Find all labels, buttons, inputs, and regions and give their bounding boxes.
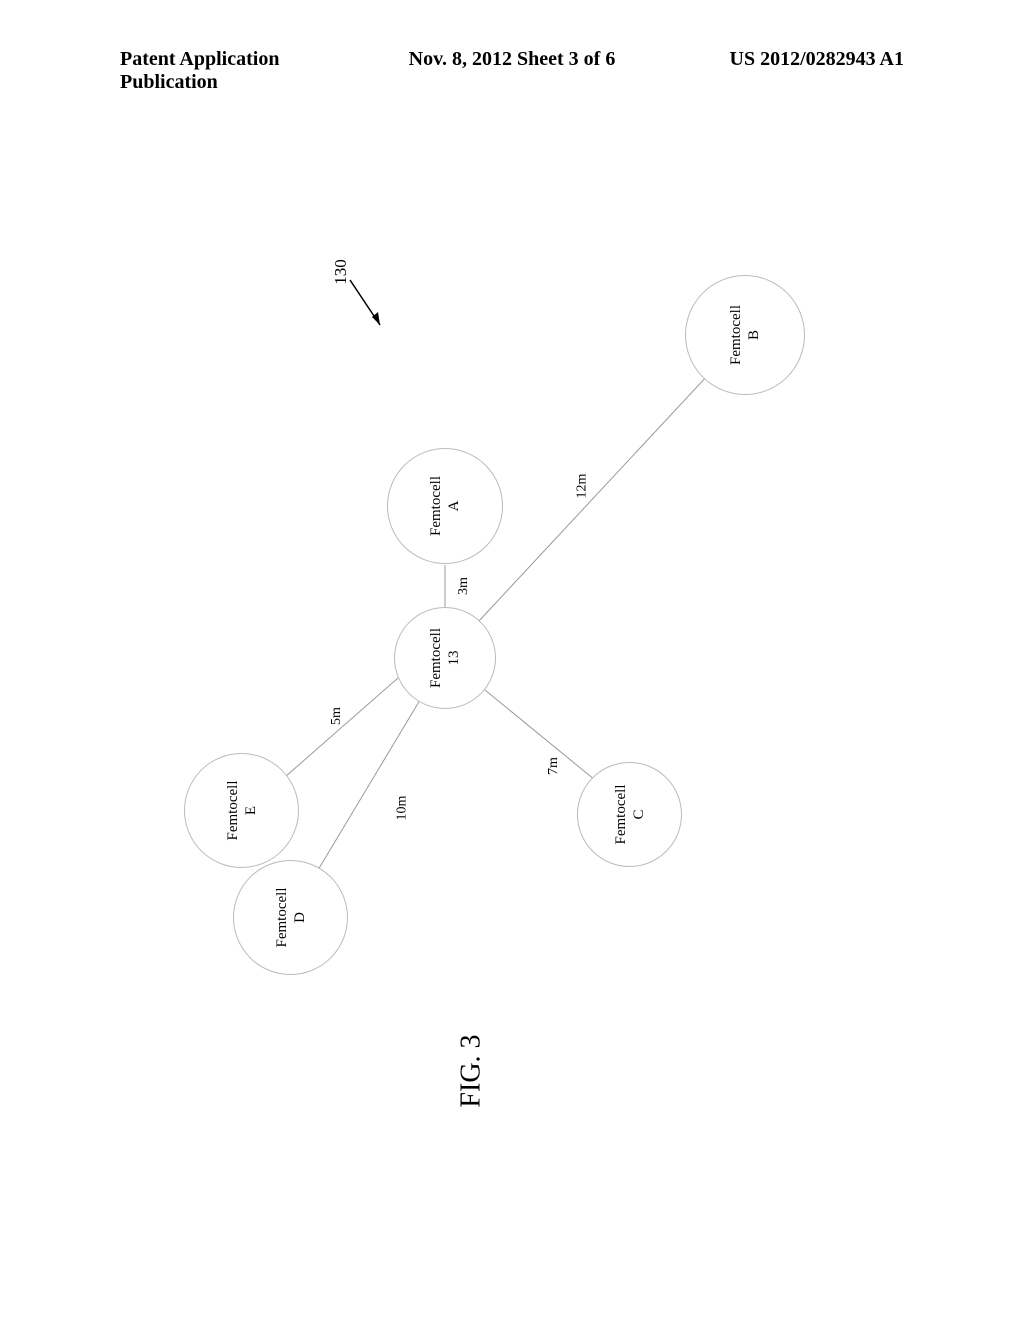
- femtocell-center-line2: 13: [445, 651, 463, 666]
- femtocell-e-line2: E: [242, 806, 260, 815]
- femtocell-b-line2: B: [745, 330, 763, 340]
- femtocell-diagram: 130 3m 12m 7m 10m 5m Femtocell 13 Femtoc…: [100, 200, 924, 1100]
- femtocell-e-line1: Femtocell: [224, 781, 242, 841]
- femtocell-c-line1: Femtocell: [612, 785, 630, 845]
- reference-number: 130: [331, 259, 351, 285]
- edge-label-c: 7m: [546, 757, 562, 775]
- header-docnumber: US 2012/0282943 A1: [643, 48, 904, 94]
- femtocell-a: Femtocell A: [387, 448, 503, 564]
- figure-label: FIG. 3: [456, 1034, 488, 1107]
- edge-label-a: 3m: [456, 577, 472, 595]
- edge-label-b: 12m: [574, 474, 590, 499]
- femtocell-d-line1: Femtocell: [273, 888, 291, 948]
- femtocell-a-line1: Femtocell: [427, 476, 445, 536]
- header-publication: Patent Application Publication: [120, 48, 381, 94]
- femtocell-c-line2: C: [630, 810, 648, 820]
- femtocell-c: Femtocell C: [577, 762, 682, 867]
- femtocell-b-line1: Femtocell: [727, 305, 745, 365]
- femtocell-d-line2: D: [291, 912, 309, 923]
- femtocell-d: Femtocell D: [233, 860, 348, 975]
- femtocell-a-line2: A: [445, 501, 463, 512]
- edge-label-d: 10m: [394, 796, 410, 821]
- femtocell-center: Femtocell 13: [394, 607, 496, 709]
- header-date-sheet: Nov. 8, 2012 Sheet 3 of 6: [381, 48, 642, 94]
- femtocell-b: Femtocell B: [685, 275, 805, 395]
- femtocell-e: Femtocell E: [184, 753, 299, 868]
- page-header: Patent Application Publication Nov. 8, 2…: [0, 48, 1024, 94]
- edge-label-e: 5m: [329, 707, 345, 725]
- femtocell-center-line1: Femtocell: [427, 628, 445, 688]
